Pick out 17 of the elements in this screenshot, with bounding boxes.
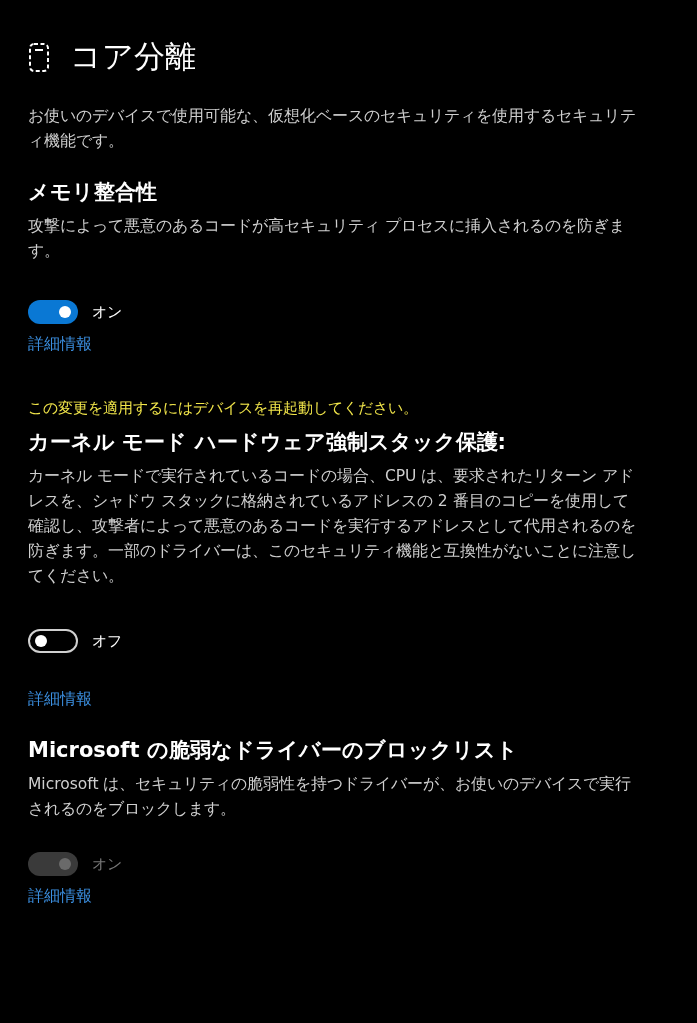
page-title: コア分離 bbox=[70, 37, 196, 76]
section-description: カーネル モードで実行されているコードの場合、CPU は、要求されたリターン アドレスを、シャドウ スタックに格納されているアドレスの 2 番目のコピーを使用して確認し、攻撃者によって悪意のあるコードを実行するアドレスとして代用されるのを防ぎます。一部のドライバーは、このセキュリティ機能と互換性がないことに注意してください。 bbox=[28, 466, 637, 587]
more-info-link[interactable]: 詳細情報 bbox=[28, 334, 92, 355]
more-info-link[interactable]: 詳細情報 bbox=[28, 886, 92, 907]
section-description: Microsoft は、セキュリティの脆弱性を持つドライバーが、お使いのデバイスで実行されるのをブロックします。 bbox=[28, 774, 633, 820]
toggle-switch[interactable] bbox=[28, 629, 78, 653]
toggle-switch[interactable] bbox=[28, 300, 78, 324]
toggle-state: オフ bbox=[92, 631, 122, 651]
section-heading: メモリ整合性 bbox=[28, 179, 158, 206]
page-description: お使いのデバイスで使用可能な、仮想化ベースのセキュリティを使用するセキュリティ機能です。 bbox=[28, 106, 637, 152]
more-info-link[interactable]: 詳細情報 bbox=[28, 689, 92, 710]
section-description: 攻撃によって悪意のあるコードが高セキュリティ プロセスに挿入されるのを防ぎます。 bbox=[28, 216, 626, 262]
section-heading: Microsoft の脆弱なドライバーのブロックリスト bbox=[28, 737, 519, 764]
toggle-state: オン bbox=[92, 854, 122, 874]
toggle-state: オン bbox=[92, 302, 122, 322]
section-heading: カーネル モード ハードウェア強制スタック保護: bbox=[28, 429, 508, 456]
restart-notice: この変更を適用するにはデバイスを再起動してください。 bbox=[28, 399, 419, 418]
